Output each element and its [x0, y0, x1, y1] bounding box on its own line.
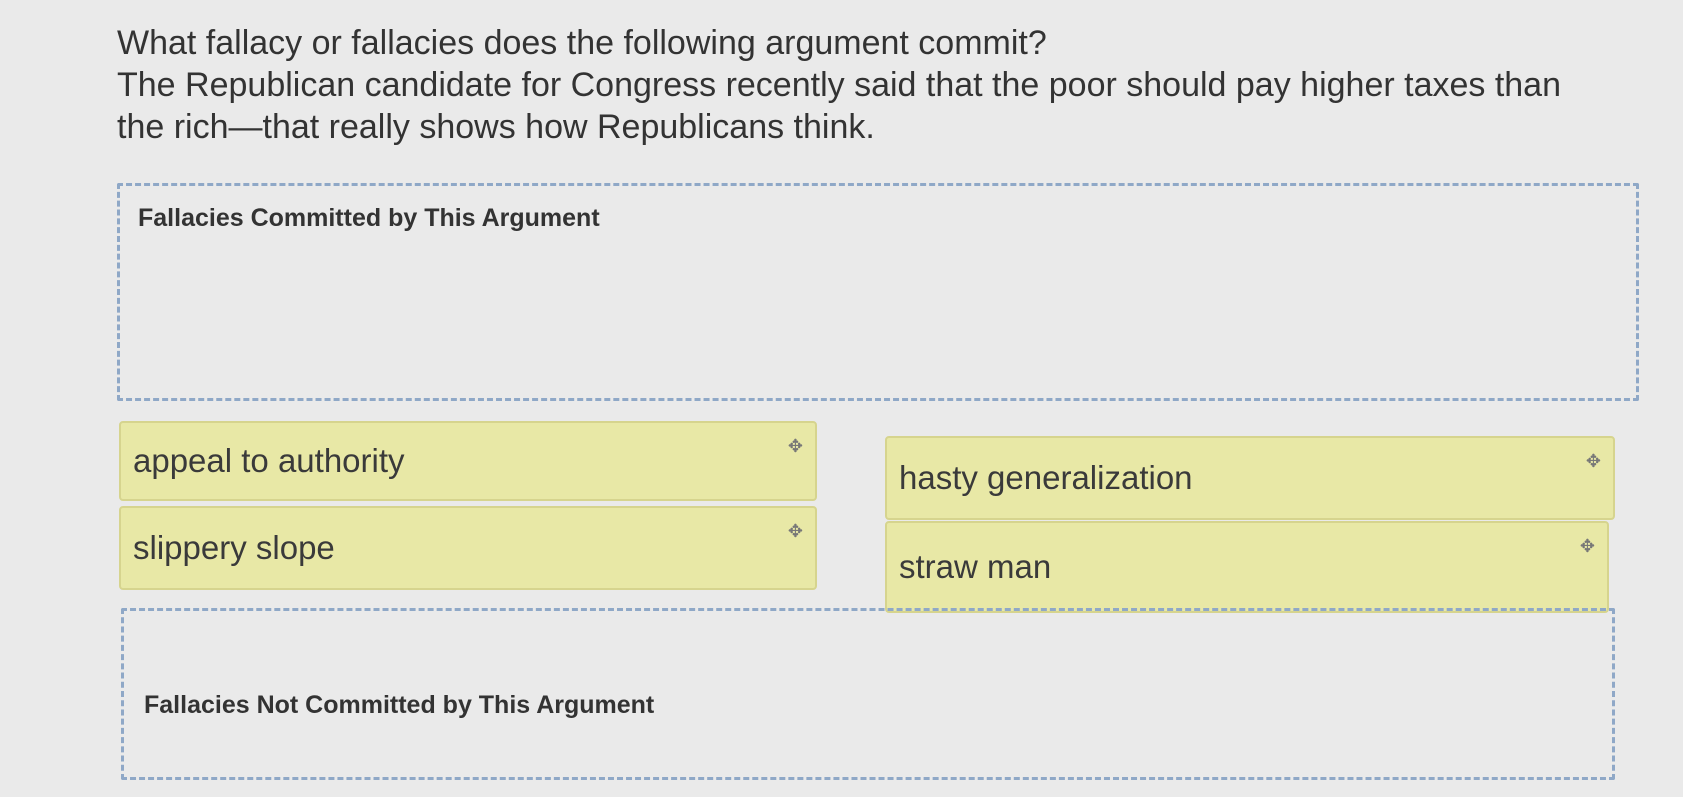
- question-text: What fallacy or fallacies does the follo…: [117, 22, 1597, 148]
- not-committed-zone-label: Fallacies Not Committed by This Argument: [144, 691, 655, 719]
- move-icon: ✥: [1579, 536, 1595, 556]
- chip-hasty-generalization[interactable]: hasty generalization ✥: [885, 436, 1615, 520]
- chip-slippery-slope[interactable]: slippery slope ✥: [119, 506, 817, 590]
- move-icon: ✥: [787, 521, 803, 541]
- move-icon: ✥: [1585, 451, 1601, 471]
- chip-appeal-to-authority[interactable]: appeal to authority ✥: [119, 421, 817, 501]
- argument-text: The Republican candidate for Congress re…: [117, 66, 1562, 146]
- question-prompt: What fallacy or fallacies does the follo…: [117, 24, 1047, 62]
- move-icon: ✥: [787, 436, 803, 456]
- chip-label: slippery slope: [133, 529, 335, 566]
- not-committed-dropzone[interactable]: Fallacies Not Committed by This Argument: [121, 608, 1615, 780]
- chip-label: appeal to authority: [133, 442, 405, 479]
- chip-straw-man[interactable]: straw man ✥: [885, 521, 1609, 613]
- chip-label: hasty generalization: [899, 459, 1193, 496]
- committed-zone-label: Fallacies Committed by This Argument: [138, 204, 600, 232]
- committed-dropzone[interactable]: Fallacies Committed by This Argument: [117, 183, 1639, 401]
- chip-label: straw man: [899, 548, 1052, 585]
